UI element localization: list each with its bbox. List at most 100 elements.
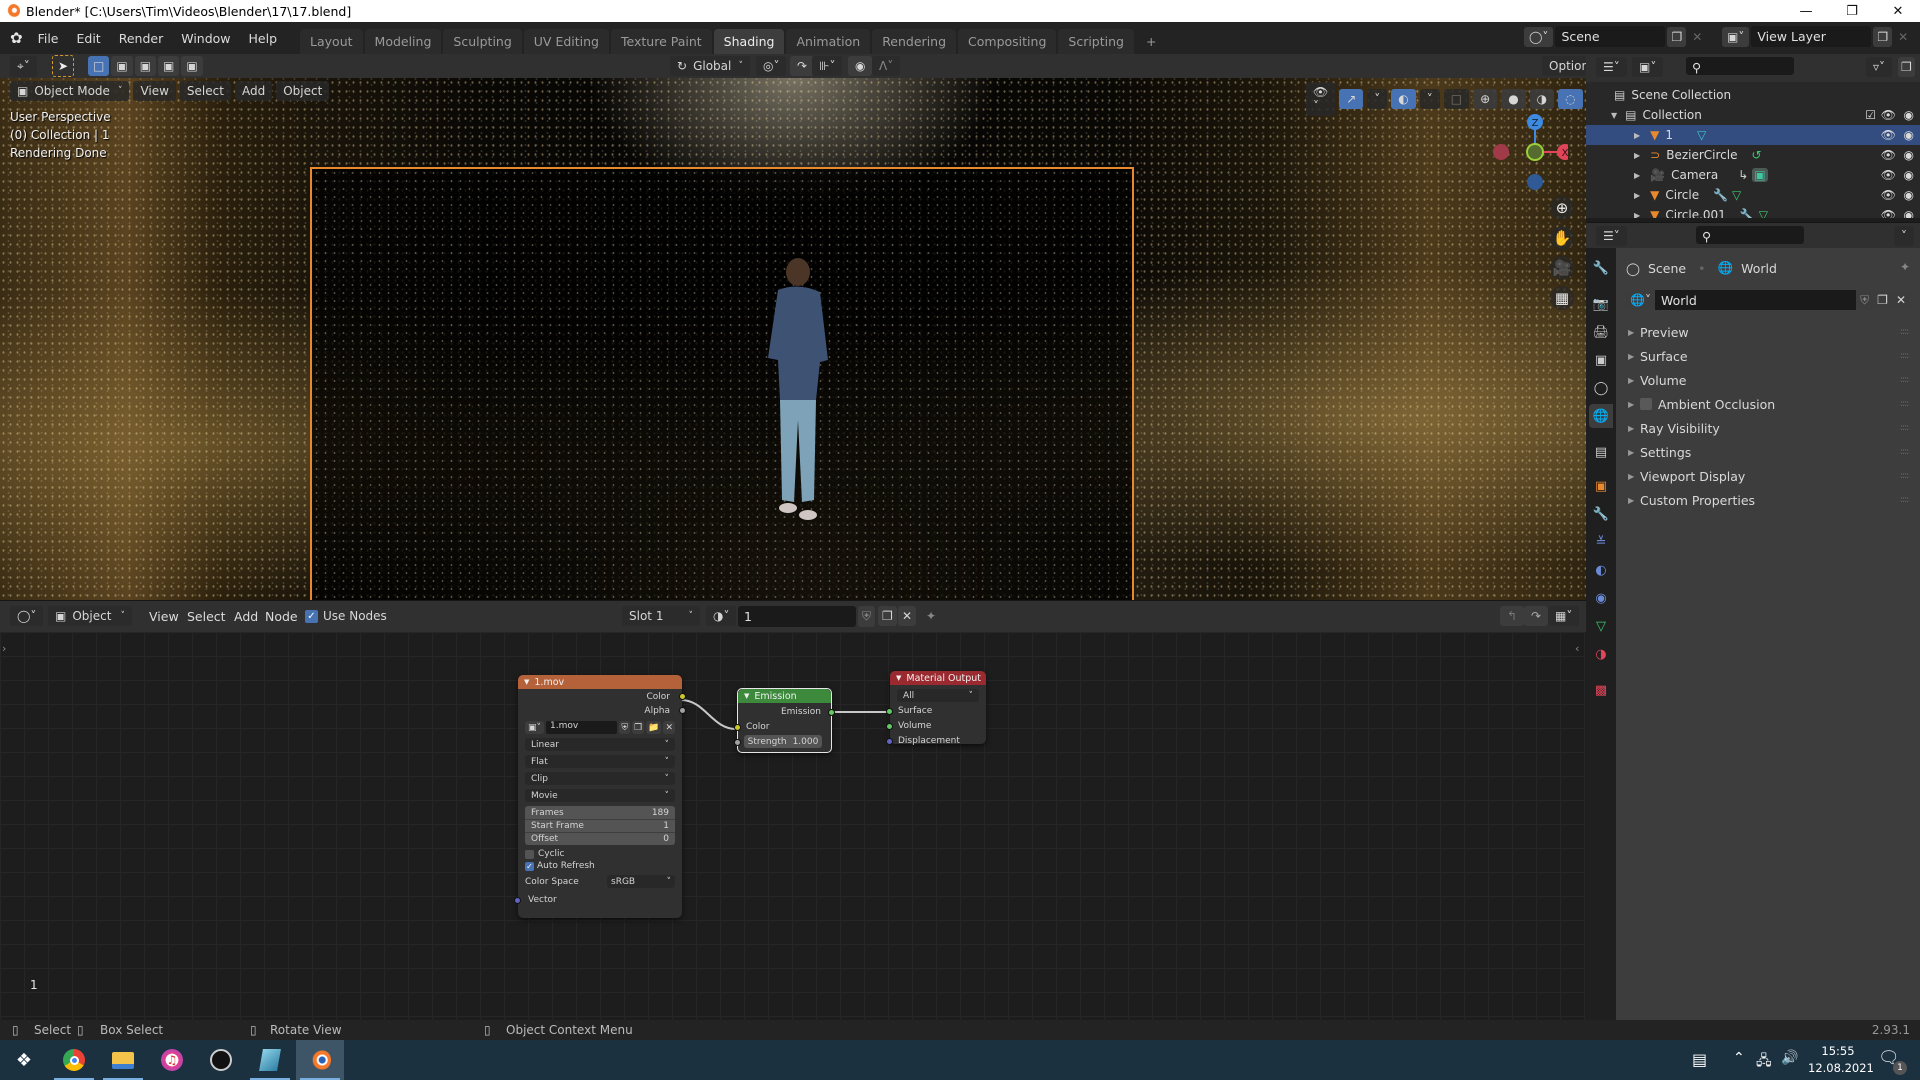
rendered-shading-icon[interactable]: ◌ [1558,89,1583,109]
overlay-toggle-icon[interactable]: ◐ [1391,89,1416,109]
tab-world-icon[interactable]: 🌐 [1589,404,1613,428]
drag-handle-icon[interactable]: :::: [1900,471,1909,481]
output-alpha-socket[interactable] [679,707,686,714]
gizmo-neg-z[interactable] [1527,174,1543,190]
select-intersect-icon[interactable]: ▣ [181,56,203,76]
material-slot-dropdown[interactable]: Slot 1 ˅ [622,606,700,626]
image-fake-user-icon[interactable]: ⛨ [619,721,631,734]
pivot-point-dropdown[interactable]: ◎˅ [756,56,787,76]
snap-target-dropdown[interactable]: ⊪˅ [812,56,843,76]
display-mode-icon[interactable]: ▣˅ [1632,57,1664,77]
taskbar-obs[interactable] [197,1040,245,1080]
tab-collection-icon[interactable]: ▤ [1589,440,1613,464]
input-color-socket[interactable] [734,724,741,731]
color-space-dropdown[interactable]: sRGB ˅ [607,875,675,888]
exclude-checkbox[interactable]: ☑ [1865,108,1876,122]
world-browse-icon[interactable]: 🌐˅ [1626,291,1655,309]
expand-toggle-icon[interactable]: ▶ [1634,171,1640,180]
panel-settings[interactable]: ▶ Settings:::: [1628,442,1909,462]
ambient-occlusion-checkbox[interactable] [1640,398,1652,410]
panel-viewport-display[interactable]: ▶ Viewport Display:::: [1628,466,1909,486]
drag-handle-icon[interactable]: :::: [1900,423,1909,433]
material-name-field[interactable]: 1 [738,606,856,627]
tab-particles-icon[interactable]: ≚ [1589,530,1613,554]
shader-type-dropdown[interactable]: ▣ Object ˅ [48,606,132,626]
tab-material-icon[interactable]: ◑ [1589,642,1613,666]
taskbar-blender[interactable] [296,1040,344,1080]
image-texture-node-header[interactable]: ▼ 1.mov [518,675,682,689]
object-mode-dropdown[interactable]: ▣ Object Mode ˅ [10,81,130,101]
drag-handle-icon[interactable]: :::: [1900,495,1909,505]
tab-object-icon[interactable]: ▣ [1589,474,1613,498]
auto-refresh-checkbox[interactable]: ✓ Auto Refresh [525,861,675,871]
input-surface-socket[interactable] [886,708,893,715]
delete-scene-icon[interactable]: ✕ [1692,30,1702,44]
menu-file[interactable]: File [29,31,68,46]
interpolation-dropdown[interactable]: Linear ˅ [525,738,675,751]
image-browse-icon[interactable]: ▣˅ [525,721,545,734]
gizmo-y-axis[interactable] [1526,143,1544,161]
gizmo-neg-x[interactable] [1493,144,1509,160]
volume-icon[interactable]: 🔊 [1781,1050,1798,1066]
world-name-field[interactable]: World [1654,290,1857,310]
unlink-material-icon[interactable]: ✕ [898,606,917,626]
render-camera-icon[interactable]: ◉ [1904,108,1914,122]
cyclic-checkbox[interactable]: Cyclic [525,849,675,859]
properties-options-dropdown[interactable]: ˅ [1894,226,1914,246]
image-texture-node[interactable]: ▼ 1.mov Color Alpha ▣˅ 1.mov ⛨ ❐ 📁 ✕ Lin… [514,675,686,918]
world-fake-user-icon[interactable]: ⛨ [1856,290,1874,310]
minimize-button[interactable]: — [1783,0,1829,22]
node-editor-canvas[interactable]: › ‹ 1 ▼ 1.mov Color Alpha ▣˅ 1.mov ⛨ ❐ 📁… [0,632,1586,1020]
tab-render-icon[interactable]: 📷 [1589,292,1613,316]
drag-handle-icon[interactable]: :::: [1900,447,1909,457]
viewport-menu-view[interactable]: View [133,81,176,101]
gizmo-dropdown[interactable]: ˅ [1367,89,1388,109]
outliner-scene-collection[interactable]: ▤ Scene Collection [1586,85,1920,105]
tab-output-icon[interactable]: 🖨 [1589,320,1613,344]
drag-handle-icon[interactable]: :::: [1900,351,1909,361]
editor-type-button[interactable]: ⌖˅ [10,56,37,77]
zoom-icon[interactable]: ⊕ [1550,196,1574,220]
visibility-eye-icon[interactable]: 👁 [1881,128,1896,142]
world-unlink-icon[interactable]: ✕ [1891,291,1910,309]
select-invert-icon[interactable]: ▣ [158,56,180,76]
tab-view-layer-icon[interactable]: ▣ [1589,348,1613,372]
visibility-eye-icon[interactable]: 👁 [1881,148,1896,162]
select-new-icon[interactable]: □ [88,56,110,76]
properties-search-input[interactable]: ⚲ [1696,226,1804,244]
panel-custom-properties[interactable]: ▶ Custom Properties:::: [1628,490,1909,510]
render-camera-icon[interactable]: ◉ [1904,188,1914,202]
tray-overflow-icon[interactable]: ⌃ [1733,1050,1745,1066]
taskbar-chrome[interactable] [50,1040,98,1080]
tab-tool-icon[interactable]: 🔧 [1589,256,1613,280]
outliner-item[interactable]: ▶ ▼ Circle.001 🔧 ▽ 👁 ◉ [1586,205,1920,218]
extension-dropdown[interactable]: Clip ˅ [525,772,675,785]
menu-help[interactable]: Help [240,31,287,46]
proportional-edit-icon[interactable]: ◉ [848,56,873,76]
fake-user-icon[interactable]: ⛨ [858,606,876,627]
render-camera-icon[interactable]: ◉ [1904,128,1914,142]
start-button[interactable]: ❖ [0,1040,48,1080]
outliner-collection[interactable]: ▼ ▤ Collection ☑ 👁 ◉ [1586,105,1920,125]
select-tool-icon[interactable]: ➤ [52,55,74,77]
node-snap-target-dropdown[interactable]: ▦˅ [1548,606,1580,626]
drag-handle-icon[interactable]: :::: [1900,327,1909,337]
new-scene-icon[interactable]: ❐ [1667,26,1687,47]
projection-dropdown[interactable]: Flat ˅ [525,755,675,768]
visibility-dropdown[interactable]: 👁˅ [1306,82,1336,116]
expand-toggle-icon[interactable]: ▶ [1634,211,1640,219]
node-editor-type-button[interactable]: ◯˅ [10,606,44,626]
input-displacement-socket[interactable] [886,738,893,745]
navigation-gizmo[interactable]: Z X [1488,108,1568,198]
outliner-item[interactable]: ▶ 🎥 Camera ↳ ▣ 👁 ◉ [1586,165,1920,185]
input-vector-socket[interactable] [514,897,521,904]
add-workspace-button[interactable]: + [1136,29,1166,54]
tab-uv-editing[interactable]: UV Editing [523,29,609,54]
filter-icon[interactable]: ▿˅ [1866,57,1893,77]
menu-window[interactable]: Window [172,31,239,46]
tab-sculpting[interactable]: Sculpting [443,29,522,54]
image-unlink-icon[interactable]: ✕ [663,721,675,734]
start-frame-field[interactable]: Start Frame 1 [525,819,675,832]
new-collection-icon[interactable]: ❐ [1898,57,1915,77]
pin-icon[interactable]: ✦ [1900,260,1910,274]
